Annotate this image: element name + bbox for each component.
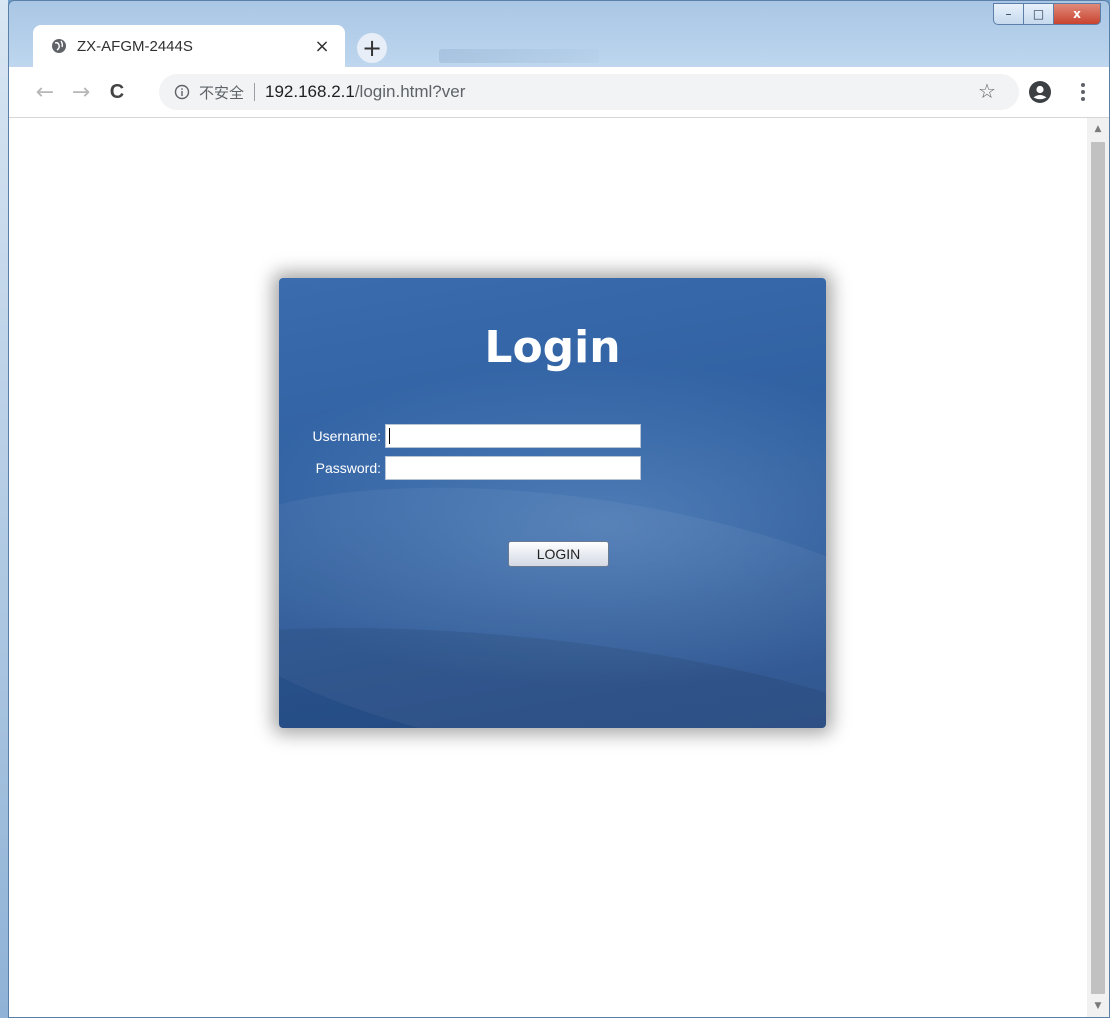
tab-close-button[interactable]: × <box>311 35 333 57</box>
scroll-up-arrow-icon[interactable]: ▲ <box>1087 120 1109 138</box>
info-icon[interactable] <box>173 83 191 101</box>
username-label: Username: <box>312 428 381 444</box>
login-panel: Login Username: Password: LOGIN <box>279 278 826 728</box>
browser-window: ZX-AFGM-2444S × + – □ x ← → C 不安全 192.16… <box>8 0 1110 1018</box>
url-host: 192.168.2.1 <box>265 82 355 101</box>
vertical-scrollbar[interactable]: ▲ ▼ <box>1087 118 1109 1017</box>
forward-arrow-icon[interactable]: → <box>63 74 99 110</box>
address-separator <box>254 83 256 101</box>
page-viewport: Login Username: Password: LOGIN <box>9 118 1087 1017</box>
login-button[interactable]: LOGIN <box>508 541 609 567</box>
scrollbar-thumb[interactable] <box>1091 142 1105 994</box>
password-input[interactable] <box>385 456 641 480</box>
password-label: Password: <box>315 460 381 476</box>
browser-toolbar: ← → C 不安全 192.168.2.1/login.html?ver ☆ <box>9 67 1109 118</box>
security-status[interactable]: 不安全 <box>199 82 244 103</box>
kebab-menu-icon[interactable] <box>1073 79 1093 105</box>
text-cursor <box>389 428 390 444</box>
minimize-button[interactable]: – <box>993 3 1024 25</box>
background-tab <box>439 49 599 63</box>
reload-icon[interactable]: C <box>99 74 135 110</box>
address-bar[interactable]: 不安全 192.168.2.1/login.html?ver <box>159 74 1019 110</box>
back-arrow-icon[interactable]: ← <box>27 74 63 110</box>
scroll-down-arrow-icon[interactable]: ▼ <box>1087 997 1109 1015</box>
bookmark-star-icon[interactable]: ☆ <box>975 79 999 103</box>
desktop-edge <box>0 0 8 1018</box>
tab-active[interactable]: ZX-AFGM-2444S × <box>33 25 345 67</box>
new-tab-button[interactable]: + <box>357 33 387 63</box>
username-row: Username: <box>299 424 641 448</box>
url-path: /login.html?ver <box>354 82 466 101</box>
tab-strip: ZX-AFGM-2444S × + – □ x <box>9 1 1109 67</box>
close-window-button[interactable]: x <box>1054 3 1101 25</box>
profile-avatar-icon[interactable] <box>1027 79 1053 105</box>
username-input[interactable] <box>385 424 641 448</box>
username-field-wrapper <box>385 424 641 448</box>
url-text[interactable]: 192.168.2.1/login.html?ver <box>265 82 465 102</box>
maximize-button[interactable]: □ <box>1024 3 1054 25</box>
login-title: Login <box>484 322 621 373</box>
tab-title: ZX-AFGM-2444S <box>77 37 193 55</box>
password-row: Password: <box>299 456 641 480</box>
globe-icon <box>51 38 67 54</box>
window-controls: – □ x <box>993 3 1101 25</box>
